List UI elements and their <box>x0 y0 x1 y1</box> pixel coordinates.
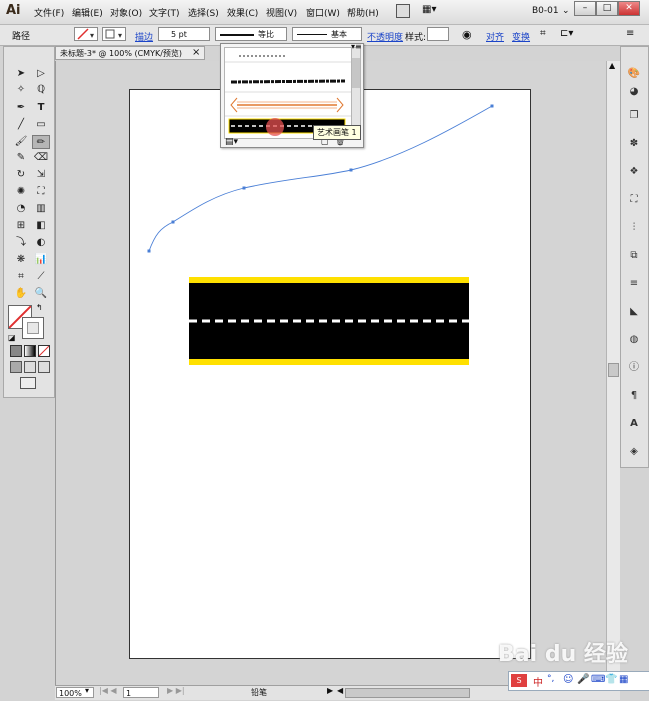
watermark: Bai du 经验 <box>498 642 628 667</box>
layers-panel-icon[interactable]: ◈ <box>625 445 643 459</box>
scroll-up-icon[interactable]: ▲ <box>609 61 615 70</box>
swatches-icon[interactable]: ❐ <box>625 109 643 123</box>
ime-skin-icon[interactable]: 👕 <box>605 674 617 685</box>
current-tool-name: 铅笔 <box>251 688 267 697</box>
info-panel-icon[interactable]: ⓘ <box>625 361 643 375</box>
zoom-dropdown-icon[interactable]: ▾ <box>85 686 89 695</box>
align-panel-icon[interactable]: ⫶ <box>625 221 643 235</box>
gradient-panel-icon[interactable]: ◣ <box>625 305 643 319</box>
ime-keyboard-icon[interactable]: ⌨ <box>591 674 605 685</box>
artboard-number-field[interactable]: 1 <box>123 687 159 698</box>
scroll-left-icon[interactable]: ◀ <box>337 686 343 695</box>
path-anchor-point[interactable] <box>349 168 353 172</box>
symbols-icon[interactable]: ❖ <box>625 165 643 179</box>
panel-dock: 🎨 ◕ ❐ ✽ ❖ ⛶ ⫶ ⧉ ≡ ◣ ◍ ⓘ ¶ A ◈ <box>620 46 649 468</box>
color-panel-icon[interactable]: 🎨 <box>625 67 643 81</box>
horizontal-scroll-thumb[interactable] <box>345 688 470 698</box>
brush-libraries-menu-icon[interactable]: ▤▾ <box>225 137 238 147</box>
path-anchor-point[interactable] <box>171 220 175 224</box>
paragraph-panel-icon[interactable]: ¶ <box>625 389 643 403</box>
vertical-scrollbar[interactable]: ▲ ▼ <box>606 61 620 685</box>
path-anchor-point[interactable] <box>490 104 494 108</box>
ime-punctuation[interactable]: °, <box>547 674 554 684</box>
first-artboard-icon[interactable]: |◀ ◀ <box>99 686 117 695</box>
appearance-panel-icon[interactable]: ◍ <box>625 333 643 347</box>
pathfinder-icon[interactable]: ⧉ <box>625 249 643 263</box>
brush-name-tooltip: 艺术画笔 1 <box>313 125 361 140</box>
brushes-icon[interactable]: ✽ <box>625 137 643 151</box>
transform-panel-icon[interactable]: ⛶ <box>625 193 643 207</box>
next-artboard-icon[interactable]: ▶ ▶| <box>167 686 185 695</box>
status-menu-icon[interactable]: ▶ <box>327 686 333 695</box>
ime-language[interactable]: 中 <box>533 674 543 689</box>
popup-menu-icon[interactable]: ▾≡ <box>351 42 362 51</box>
character-panel-icon[interactable]: A <box>625 417 643 431</box>
brush-item-charcoal[interactable] <box>230 79 346 84</box>
stroke-panel-icon[interactable]: ≡ <box>625 277 643 291</box>
ime-voice-icon[interactable]: 🎤 <box>577 674 589 685</box>
road-artwork[interactable] <box>189 277 469 365</box>
ime-emoji-icon[interactable]: ☺ <box>563 674 573 685</box>
ime-logo-icon[interactable]: S <box>511 674 527 687</box>
vertical-scroll-thumb[interactable] <box>608 363 619 377</box>
ime-tools-icon[interactable]: ▦ <box>619 674 628 685</box>
path-anchor-point[interactable] <box>242 186 246 190</box>
path-anchor-point[interactable] <box>147 249 151 253</box>
brush-item-arrow[interactable] <box>230 97 344 113</box>
ime-toolbar: S 中 °, ☺ 🎤 ⌨ 👕 ▦ <box>508 671 649 691</box>
color-guide-icon[interactable]: ◕ <box>625 85 643 99</box>
